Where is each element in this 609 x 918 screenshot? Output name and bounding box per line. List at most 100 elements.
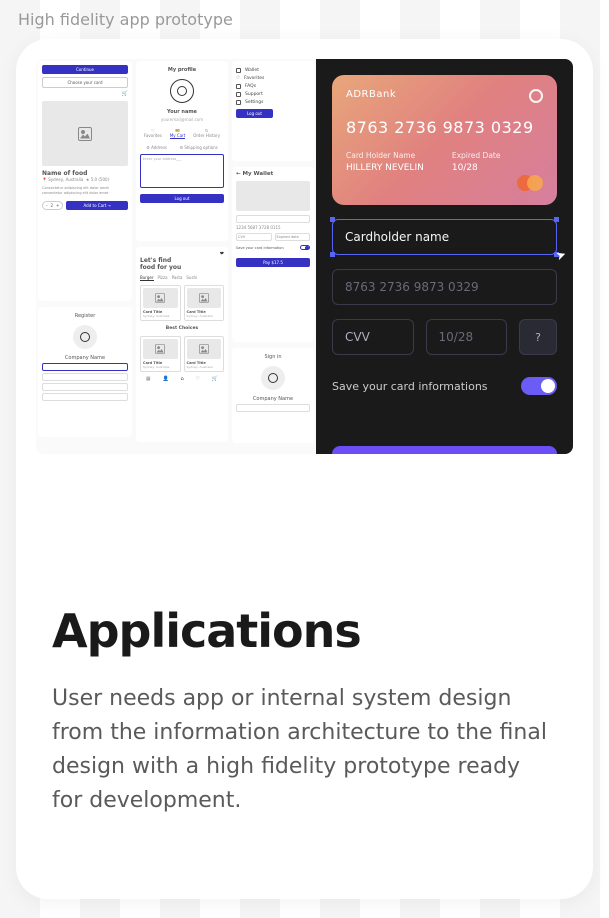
food-location: 📍 Sydney, Australia ★ 5.0 (500) <box>42 177 128 182</box>
save-toggle <box>300 245 310 250</box>
caption: High fidelity app prototype <box>0 0 609 39</box>
fullname-field <box>42 373 128 381</box>
card-holder-block: Card Holder Name HILLERY NEVELIN <box>346 151 424 173</box>
cardholder-field <box>236 215 310 223</box>
food-card: Card TitleSydney, Australia <box>184 336 225 372</box>
profile-tabs: Favorites 💳My Cart ↻Order History <box>140 128 224 139</box>
menu-wallet: Wallet <box>236 68 310 73</box>
selection-handle <box>330 252 335 257</box>
expiry-value: 10/28 <box>452 163 501 173</box>
wireframe-find-food: Let's find food for you Burger Pizza Pas… <box>136 247 228 442</box>
nav-user-icon: 👤 <box>162 376 168 382</box>
food-image-placeholder <box>42 101 128 166</box>
food-grid-2: Card TitleSydney, Australia Card TitleSy… <box>140 336 224 372</box>
add-to-cart-button: Add to Cart → <box>66 201 128 210</box>
cat-pasta: Pasta <box>172 275 183 281</box>
cat-burger: Burger <box>140 275 154 281</box>
expiry-input[interactable]: 10/28 <box>426 319 508 355</box>
tab-cart: 💳My Cart <box>170 128 186 139</box>
cardholder-name-input[interactable]: Cardholder name ➤ <box>332 219 557 255</box>
avatar-placeholder <box>261 366 285 390</box>
food-card: Card TitleSydney, Australia <box>140 336 181 372</box>
image-icon <box>155 293 165 303</box>
holder-name: HILLERY NEVELIN <box>346 163 424 173</box>
image-icon <box>78 127 92 141</box>
best-choices-label: Best Choices <box>140 326 224 331</box>
pay-button: Pay $17.5 <box>236 258 310 267</box>
email-field <box>42 363 128 371</box>
mastercard-icon <box>517 175 543 191</box>
food-grid: Card TitleSydney, Australia Card TitleSy… <box>140 285 224 321</box>
profile-name: Your name <box>140 109 224 115</box>
register-title: Register <box>42 313 128 319</box>
card-number: 8763 2736 9873 0329 <box>346 118 543 137</box>
submit-button[interactable] <box>332 446 557 454</box>
faq-icon <box>236 84 241 89</box>
food-card: Card TitleSydney, Australia <box>184 285 225 321</box>
nav-cart-icon: 🛒 <box>212 376 218 382</box>
tab-favorites: Favorites <box>144 128 162 139</box>
cvv-field: CVV <box>236 233 272 241</box>
service-card: Continue Choose your card 🛒 Name of food… <box>16 39 593 899</box>
section-heading: Applications <box>52 604 557 658</box>
address-input: Enter your address___ <box>140 154 224 188</box>
bank-card-form-panel: ADRBank 8763 2736 9873 0329 Card Holder … <box>316 59 573 454</box>
wireframe-food-detail: Continue Choose your card 🛒 Name of food… <box>38 61 132 301</box>
confirm-password-field <box>42 393 128 401</box>
card-preview <box>236 181 310 211</box>
menu-faqs: FAQs <box>236 84 310 89</box>
wireframe-column-3: Wallet Favorites FAQs Support Settings L… <box>230 59 316 454</box>
card-expiry-block: Expired Date 10/28 <box>452 151 501 173</box>
holder-label: Card Holder Name <box>346 151 424 160</box>
password-field <box>42 383 128 391</box>
prototype-mockup: Continue Choose your card 🛒 Name of food… <box>36 59 573 454</box>
wireframe-side-menu: Wallet Favorites FAQs Support Settings L… <box>232 61 314 161</box>
wallet-icon <box>236 68 241 73</box>
image-icon <box>199 344 209 354</box>
logout-button: Log out <box>140 194 224 203</box>
support-icon <box>236 92 241 97</box>
nav-grid-icon: ▦ <box>146 376 151 382</box>
heart-icon <box>236 76 240 81</box>
section-description: User needs app or internal system design… <box>52 682 557 818</box>
profile-email: youremail@mail.com <box>140 117 224 122</box>
choose-card-button: Choose your card <box>42 77 128 88</box>
credit-card-preview: ADRBank 8763 2736 9873 0329 Card Holder … <box>332 75 557 205</box>
logout-button: Log out <box>236 109 273 118</box>
menu-favorites: Favorites <box>236 76 310 81</box>
quantity-stepper: - 2 + <box>42 201 63 210</box>
save-card-label: Save your card informations <box>332 380 488 393</box>
cursor-icon: ➤ <box>554 247 568 264</box>
shipping-option: ⚙ Shipping options <box>179 145 217 150</box>
cart-icon: 🛒 <box>42 91 128 97</box>
address-option: ⚙ Address <box>146 145 167 150</box>
find-title-2: food for you <box>140 264 224 271</box>
user-avatar <box>170 79 194 103</box>
menu-support: Support <box>236 92 310 97</box>
wireframe-column-1: Continue Choose your card 🛒 Name of food… <box>36 59 134 454</box>
wireframe-wallet: ← My Wallet 1234 5687 3728 0115 CVV Expi… <box>232 167 314 342</box>
company-name: Company Name <box>236 396 310 402</box>
card-number-input[interactable]: 8763 2736 9873 0329 <box>332 269 557 305</box>
find-title-1: Let's find <box>140 257 224 264</box>
bank-logo-icon <box>529 89 543 103</box>
cat-sushi: Sushi <box>186 275 197 281</box>
help-button[interactable]: ? <box>519 319 557 355</box>
cvv-input[interactable]: CVV <box>332 319 414 355</box>
card-number-display: 1234 5687 3728 0115 <box>236 225 310 230</box>
cat-pizza: Pizza <box>158 275 168 281</box>
username-field <box>236 404 310 412</box>
profile-title: My profile <box>140 67 224 73</box>
wireframe-signin: Sign in Company Name <box>232 348 314 443</box>
continue-button: Continue <box>42 65 128 74</box>
save-card-toggle[interactable] <box>521 377 557 395</box>
menu-settings: Settings <box>236 100 310 105</box>
food-description: Consectetur adipiscing elit dolor amet c… <box>42 186 128 195</box>
food-card: Card TitleSydney, Australia <box>140 285 181 321</box>
save-info-label: Save your card information <box>236 246 284 250</box>
tab-history: ↻Order History <box>193 128 220 139</box>
company-name: Company Name <box>42 355 128 361</box>
nav-home-icon: ⌂ <box>181 376 184 382</box>
wireframe-profile: My profile Your name youremail@mail.com … <box>136 61 228 241</box>
expiry-field: Expired date <box>275 233 311 241</box>
